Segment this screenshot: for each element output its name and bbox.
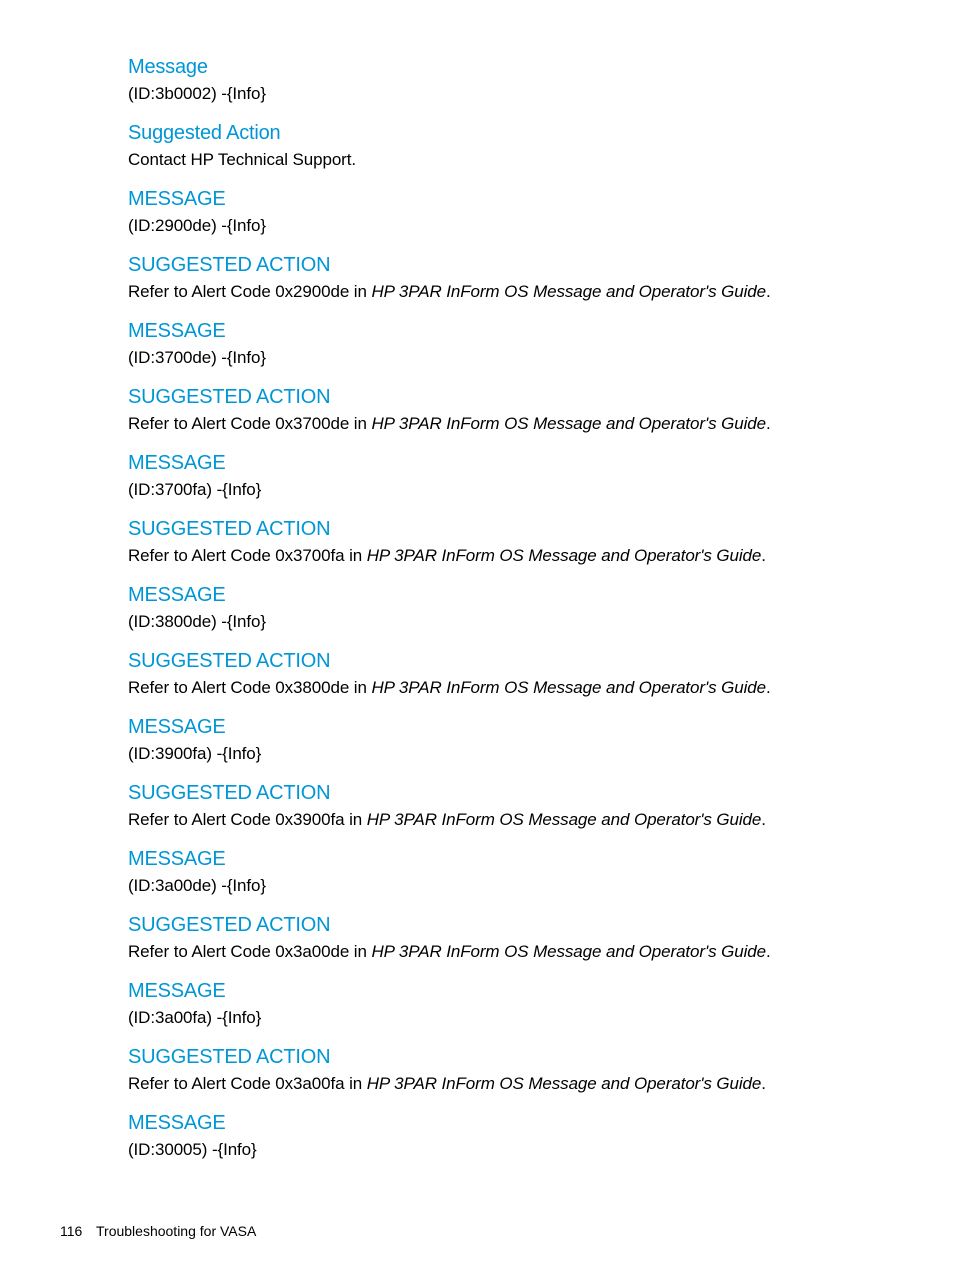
message-block: MESSAGE (ID:3800de) -{Info} [128, 582, 888, 648]
guide-title: HP 3PAR InForm OS Message and Operator's… [366, 546, 762, 565]
guide-title: HP 3PAR InForm OS Message and Operator's… [366, 1074, 762, 1093]
suggested-action-body: Refer to Alert Code 0x3800de in HP 3PAR … [128, 677, 771, 699]
message-body: (ID:3700de) -{Info} [128, 348, 266, 367]
message-block: MESSAGE (ID:3a00de) -{Info} [128, 846, 888, 912]
message-body: (ID:3a00de) -{Info} [128, 876, 266, 895]
message-block: MESSAGE (ID:3700de) -{Info} [128, 318, 888, 384]
message-heading: MESSAGE [128, 980, 226, 1002]
suggested-action-heading: SUGGESTED ACTION [128, 1046, 331, 1068]
suggested-action-body: Refer to Alert Code 0x3700de in HP 3PAR … [128, 413, 771, 435]
suggested-action-block: SUGGESTED ACTION Refer to Alert Code 0x37… [128, 516, 888, 582]
suggested-action-body: Refer to Alert Code 0x3a00fa in HP 3PAR … [128, 1073, 766, 1095]
guide-title: HP 3PAR InForm OS Message and Operator's… [371, 942, 767, 961]
message-heading: MESSAGE [128, 452, 226, 474]
message-heading: MESSAGE [128, 1112, 226, 1134]
message-body: (ID:30005) -{Info} [128, 1140, 257, 1159]
message-entries: MESSAGE (ID:2900de) -{Info} SUGGESTED ACTI… [128, 186, 888, 1110]
action-suffix: . [761, 810, 766, 829]
message-block: MESSAGE (ID:3900fa) -{Info} [128, 714, 888, 780]
message-block: MESSAGE (ID:3700fa) -{Info} [128, 450, 888, 516]
message-heading: MESSAGE [128, 716, 226, 738]
suggested-action-body: Refer to Alert Code 0x3a00de in HP 3PAR … [128, 941, 771, 963]
action-text: Refer to Alert Code 0x3800de in [128, 678, 372, 697]
suggested-action-block: SUGGESTED ACTION Refer to Alert Code 0x29… [128, 252, 888, 318]
action-text: Refer to Alert Code 0x3900fa in [128, 810, 367, 829]
suggested-action-block: SUGGESTED ACTION Refer to Alert Code 0x38… [128, 648, 888, 714]
action-suffix: . [761, 546, 766, 565]
message-body: (ID:3800de) -{Info} [128, 612, 266, 631]
suggested-action-heading: SUGGESTED ACTION [128, 782, 331, 804]
suggested-action-heading: SUGGESTED ACTION [128, 914, 331, 936]
suggested-action-body: Refer to Alert Code 0x2900de in HP 3PAR … [128, 281, 771, 303]
message-heading: MESSAGE [128, 584, 226, 606]
suggested-action-block: SUGGESTED ACTION Refer to Alert Code 0x37… [128, 384, 888, 450]
section-title: Troubleshooting for VASA [96, 1223, 257, 1239]
message-body: (ID:3700fa) -{Info} [128, 480, 262, 499]
guide-title: HP 3PAR InForm OS Message and Operator's… [371, 414, 767, 433]
guide-title: HP 3PAR InForm OS Message and Operator's… [371, 282, 767, 301]
message-heading: MESSAGE [128, 320, 226, 342]
action-text: Refer to Alert Code 0x2900de in [128, 282, 372, 301]
suggested-action-block: SUGGESTED ACTION Refer to Alert Code 0x39… [128, 780, 888, 846]
suggested-action-heading: Suggested Action [128, 122, 281, 144]
message-body: (ID:3900fa) -{Info} [128, 744, 262, 763]
message-block: MESSAGE (ID:3a00fa) -{Info} [128, 978, 888, 1044]
action-text: Refer to Alert Code 0x3700fa in [128, 546, 367, 565]
suggested-action-heading: SUGGESTED ACTION [128, 386, 331, 408]
suggested-action-body: Contact HP Technical Support. [128, 150, 356, 169]
message-heading: Message [128, 56, 208, 78]
message-heading: MESSAGE [128, 848, 226, 870]
action-suffix: . [761, 1074, 766, 1093]
message-body: (ID:2900de) -{Info} [128, 216, 266, 235]
guide-title: HP 3PAR InForm OS Message and Operator's… [366, 810, 762, 829]
message-body: (ID:3b0002) -{Info} [128, 84, 266, 103]
suggested-action-body: Refer to Alert Code 0x3700fa in HP 3PAR … [128, 545, 766, 567]
suggested-action-heading: SUGGESTED ACTION [128, 518, 331, 540]
action-suffix: . [766, 414, 771, 433]
suggested-action-block: Suggested Action Contact HP Technical Su… [128, 120, 888, 186]
message-heading: MESSAGE [128, 188, 226, 210]
action-text: Refer to Alert Code 0x3a00de in [128, 942, 372, 961]
suggested-action-heading: SUGGESTED ACTION [128, 254, 331, 276]
action-suffix: . [766, 282, 771, 301]
suggested-action-heading: SUGGESTED ACTION [128, 650, 331, 672]
suggested-action-block: SUGGESTED ACTION Refer to Alert Code 0x3a… [128, 1044, 888, 1110]
message-block: MESSAGE (ID:30005) -{Info} [128, 1110, 888, 1176]
action-suffix: . [766, 678, 771, 697]
page-footer: 116 Troubleshooting for VASA [60, 1222, 256, 1240]
action-text: Refer to Alert Code 0x3a00fa in [128, 1074, 367, 1093]
suggested-action-block: SUGGESTED ACTION Refer to Alert Code 0x3a… [128, 912, 888, 978]
message-block: MESSAGE (ID:2900de) -{Info} [128, 186, 888, 252]
action-suffix: . [766, 942, 771, 961]
action-text: Refer to Alert Code 0x3700de in [128, 414, 372, 433]
document-content: Message (ID:3b0002) -{Info} Suggested Ac… [128, 54, 888, 1176]
guide-title: HP 3PAR InForm OS Message and Operator's… [371, 678, 767, 697]
page-number: 116 [60, 1223, 83, 1239]
suggested-action-body: Refer to Alert Code 0x3900fa in HP 3PAR … [128, 809, 766, 831]
message-body: (ID:3a00fa) -{Info} [128, 1008, 262, 1027]
message-block: Message (ID:3b0002) -{Info} [128, 54, 888, 120]
